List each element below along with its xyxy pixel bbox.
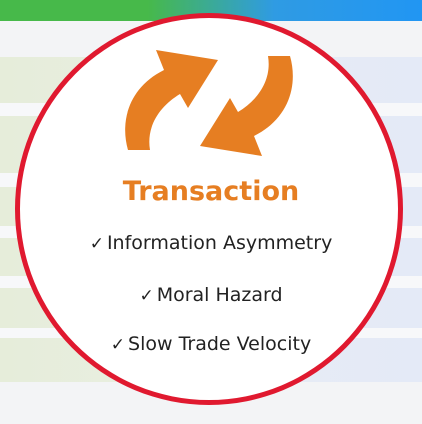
checklist-item-slow-trade-velocity: ✓ Slow Trade Velocity: [0, 333, 422, 355]
check-icon: ✓: [110, 335, 126, 355]
check-icon: ✓: [139, 286, 154, 306]
exchange-arrows-icon: [125, 50, 293, 156]
checklist-item-label: Moral Hazard: [156, 284, 283, 306]
checklist-item-label: Information Asymmetry: [106, 232, 333, 254]
checklist-item-label: Slow Trade Velocity: [128, 333, 312, 355]
checklist-item-information-asymmetry: ✓ Information Asymmetry: [0, 232, 422, 254]
check-icon: ✓: [89, 234, 104, 254]
checklist-item-moral-hazard: ✓ Moral Hazard: [0, 284, 422, 306]
card-title: Transaction: [122, 176, 300, 207]
